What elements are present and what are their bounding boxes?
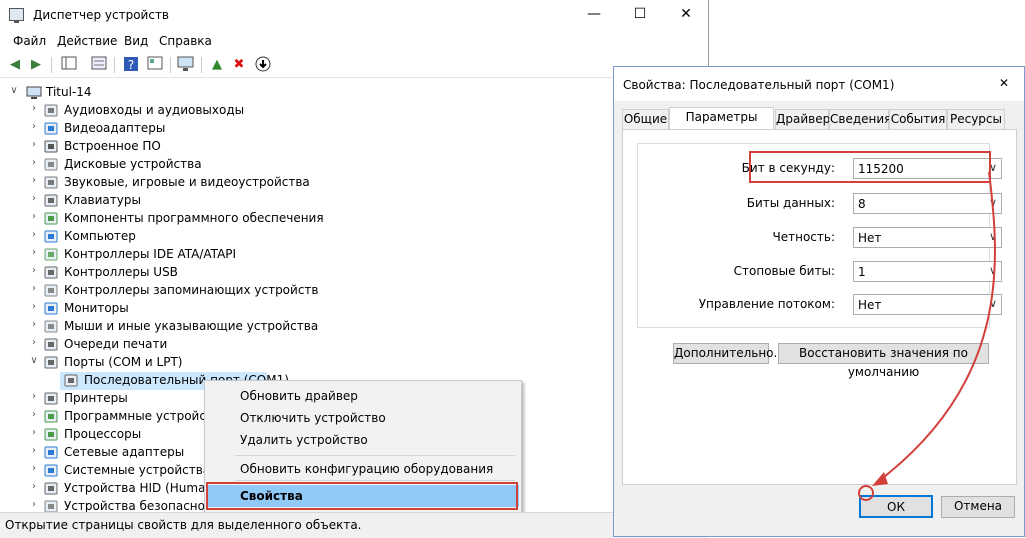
- annotation-circle: [858, 485, 874, 501]
- annotation-arrowhead: [872, 472, 888, 486]
- annotation-arrow-line: [879, 171, 996, 481]
- annotation-arrow-overlay: [858, 171, 996, 501]
